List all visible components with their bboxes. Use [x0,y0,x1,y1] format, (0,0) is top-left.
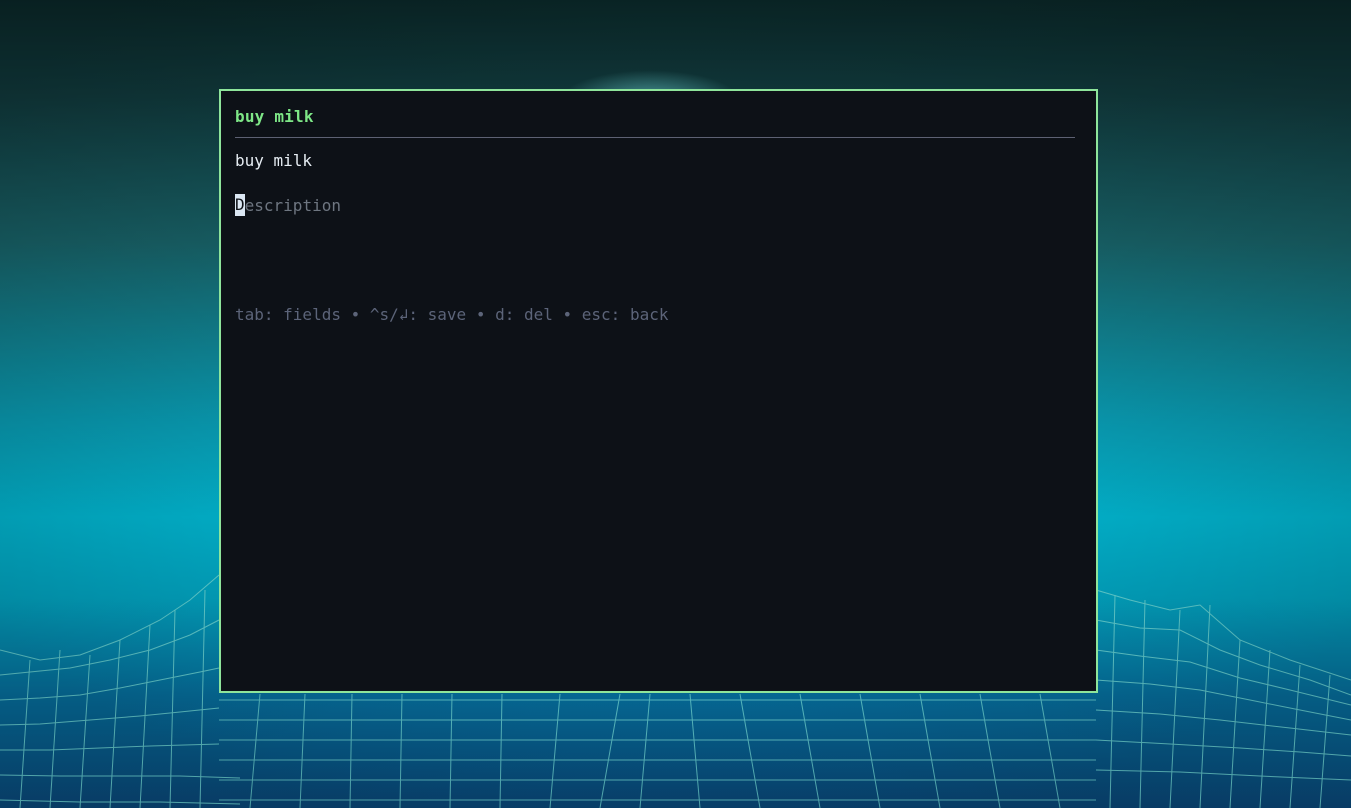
task-edit-window: buy milk buy milk Description tab: field… [219,89,1098,693]
keyboard-help-text: tab: fields • ^s/↲: save • d: del • esc:… [235,305,669,324]
description-placeholder: escription [244,195,341,215]
desktop: { "window": { "title": "buy milk", "bord… [0,0,1351,808]
text-cursor: D [235,194,245,216]
title-divider [235,137,1075,138]
description-field[interactable]: Description [235,194,341,216]
task-title-field[interactable]: buy milk [235,151,312,170]
window-title: buy milk [235,107,314,126]
